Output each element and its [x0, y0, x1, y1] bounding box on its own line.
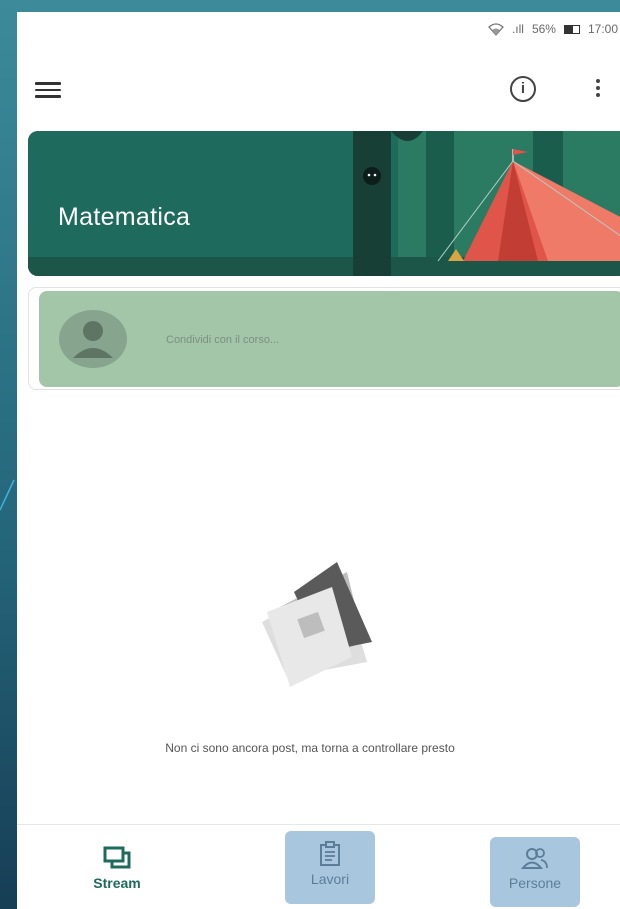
avatar-icon [59, 310, 127, 368]
clock: 17:00 [587, 22, 618, 36]
nav-stream[interactable]: Stream [77, 845, 157, 891]
battery-icon [563, 24, 580, 34]
share-placeholder: Condividi con il corso... [166, 334, 280, 346]
course-title: Matematica [58, 203, 191, 231]
nav-lavori-label: Lavori [310, 871, 350, 887]
more-vert-icon[interactable] [594, 76, 602, 102]
clipboard-icon [320, 841, 340, 866]
share-input[interactable]: Condividi con il corso... [39, 291, 620, 387]
info-icon[interactable]: i [510, 76, 536, 102]
wifi-icon [488, 22, 504, 36]
menu-icon[interactable] [35, 78, 61, 100]
people-icon [521, 848, 548, 869]
nav-stream-label: Stream [93, 875, 141, 891]
stream-icon [103, 846, 131, 869]
bottom-navigation: Stream Lavori Persone [17, 824, 620, 909]
empty-state-message: Non ci sono ancora post, ma torna a cont… [165, 741, 455, 755]
empty-posts-illustration [262, 562, 372, 687]
phone-screen: .ıll 56% 17:00 i Matematica Condividi co… [17, 12, 620, 909]
share-composer: Condividi con il corso... [28, 287, 620, 390]
battery-percent: 56% [531, 22, 556, 36]
course-banner[interactable]: Matematica [28, 131, 620, 276]
nav-persone[interactable]: Persone [490, 837, 580, 907]
nav-lavori[interactable]: Lavori [285, 831, 375, 904]
status-bar: .ıll 56% 17:00 [17, 12, 620, 46]
app-bar: i [17, 60, 620, 120]
nav-persone-label: Persone [508, 875, 562, 891]
signal-indicator: .ıll [511, 22, 524, 36]
